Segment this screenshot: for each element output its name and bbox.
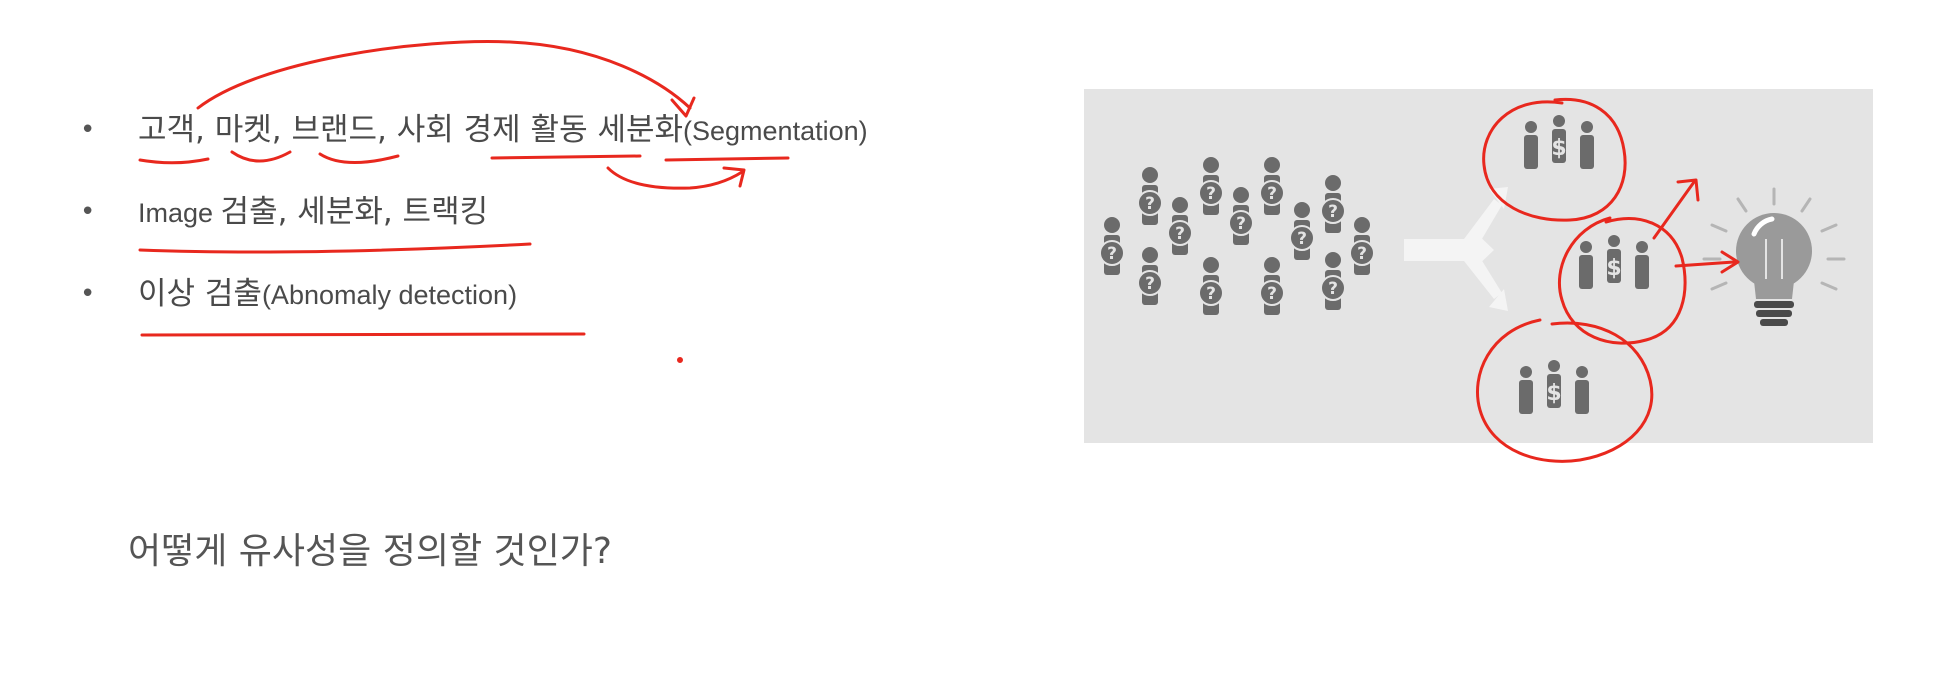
svg-text:?: ? [1175,224,1185,244]
svg-text:?: ? [1145,194,1155,214]
group-top-icon: $ [1524,115,1594,169]
bullet-text: 이상 검출(Abnomaly detection) [138,274,517,315]
question-person-icon: ? [1198,156,1224,216]
question-person-icon: ? [1259,156,1285,216]
bullet-marker: • [80,197,96,227]
branch-arrows [1404,187,1508,311]
question-person-icon: ? [1137,246,1163,306]
svg-text:?: ? [1357,244,1367,264]
svg-text:$: $ [1546,381,1561,406]
arrowhead-annotation [722,166,746,188]
svg-text:?: ? [1145,274,1155,294]
underline-annotation [490,154,642,160]
underline-annotation [138,157,210,165]
bullet-text-ko: 고객, 마켓, 브랜드, 사회 경제 활동 세분화 [138,112,684,148]
crowd-group: ? ? ? ? ? ? ? ? ? ? ? ? ? [1099,156,1375,316]
question-person-icon: ? [1099,216,1125,276]
svg-text:?: ? [1107,244,1117,264]
svg-text:?: ? [1297,229,1307,249]
bullet-text: 고객, 마켓, 브랜드, 사회 경제 활동 세분화(Segmentation) [138,110,868,151]
underline-annotation [230,150,292,163]
bullet-text-ko: 검출, 세분화, 트랙킹 [220,194,489,230]
question-person-icon: ? [1167,196,1193,256]
bullet-marker: • [80,115,96,145]
group-bottom-icon: $ [1519,360,1589,414]
svg-text:$: $ [1551,136,1566,161]
underline-annotation [140,332,586,337]
ink-dot-annotation [677,357,683,363]
svg-text:?: ? [1206,184,1216,204]
svg-text:?: ? [1236,214,1246,234]
svg-text:?: ? [1267,284,1277,304]
svg-text:$: $ [1606,256,1621,281]
question-person-icon: ? [1289,201,1315,261]
group-middle-icon: $ [1579,235,1649,289]
lightbulb-icon [1702,187,1846,326]
bullet-text: Image 검출, 세분화, 트랙킹 [138,192,488,233]
underline-annotation [138,242,532,254]
bullet-text-en: (Segmentation) [683,116,868,146]
arc-arrow-annotation [196,40,692,110]
segmentation-illustration: ? ? ? ? ? ? ? ? ? ? ? ? ? $ $ $ [1084,89,1873,443]
bullet-text-ko: 이상 검출 [138,276,262,312]
question-person-icon: ? [1349,216,1375,276]
question-person-icon: ? [1198,256,1224,316]
bullet-marker: • [80,279,96,309]
question-text: 어떻게 유사성을 정의할 것인가? [128,531,612,572]
svg-text:?: ? [1267,184,1277,204]
svg-text:?: ? [1328,202,1338,222]
segmentation-illustration-svg: ? ? ? ? ? ? ? ? ? ? ? ? ? $ $ $ [1099,115,1846,414]
question-person-icon: ? [1320,174,1346,234]
curved-arrow-annotation [606,166,744,190]
underline-annotation [664,156,790,162]
svg-text:?: ? [1328,279,1338,299]
underline-annotation [318,152,400,164]
question-person-icon: ? [1137,166,1163,226]
question-person-icon: ? [1228,186,1254,246]
bullet-text-en: (Abnomaly detection) [261,280,518,310]
bullet-text-en: Image [138,198,221,228]
svg-text:?: ? [1206,284,1216,304]
question-person-icon: ? [1320,251,1346,311]
question-person-icon: ? [1259,256,1285,316]
